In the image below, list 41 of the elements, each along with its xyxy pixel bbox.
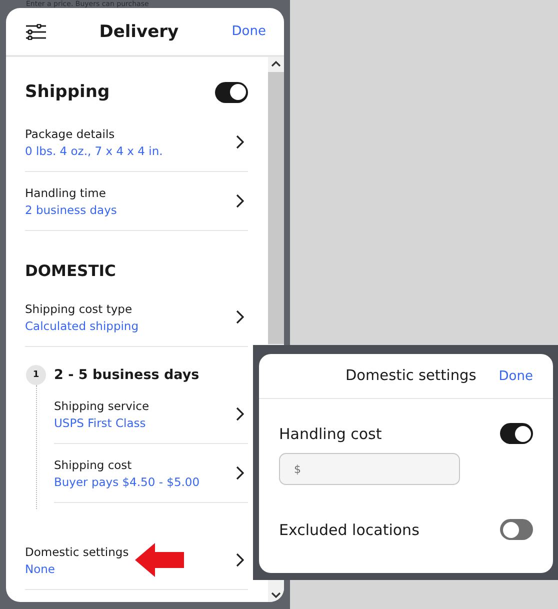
row-label: Package details xyxy=(25,126,116,140)
chevron-right-icon xyxy=(236,135,244,149)
toggle-switch[interactable] xyxy=(500,423,533,444)
done-button[interactable]: Done xyxy=(498,368,533,384)
chevron-right-icon xyxy=(236,466,244,480)
step-title: 2 - 5 business days xyxy=(54,366,200,385)
row-value: None xyxy=(25,562,56,576)
row-label: Shipping cost xyxy=(54,458,133,472)
chevron-right-icon xyxy=(236,310,244,324)
row-label: Shipping service xyxy=(54,398,150,412)
input-field[interactable]: $ xyxy=(279,453,460,485)
settings-row[interactable]: Domestic settings None xyxy=(25,531,248,590)
settings-row[interactable]: Package details 0 lbs. 4 oz., 7 x 4 x 4 in. xyxy=(25,113,248,172)
row-value: 0 lbs. 4 oz., 7 x 4 x 4 in. xyxy=(25,144,163,158)
settings-row[interactable]: Handling time 2 business days xyxy=(25,172,248,231)
panel-title: Domestic settings xyxy=(344,368,478,384)
step-number: 1 xyxy=(26,365,46,385)
row-label: Shipping cost type xyxy=(25,302,134,316)
row-value: Buyer pays $4.50 - $5.00 xyxy=(54,474,200,488)
row-value: 2 business days xyxy=(25,202,117,216)
chevron-right-icon xyxy=(236,194,244,208)
chevron-right-icon xyxy=(236,553,244,567)
settings-row[interactable]: Shipping cost Buyer pays $4.50 - $5.00 xyxy=(54,444,248,503)
done-button[interactable]: Done xyxy=(232,24,266,39)
settings-row[interactable]: Shipping cost type Calculated shipping xyxy=(25,288,248,347)
toggle-switch[interactable] xyxy=(215,82,248,102)
toggle-switch[interactable] xyxy=(500,519,533,540)
chevron-right-icon xyxy=(236,407,244,421)
setting-label: Excluded locations xyxy=(279,520,420,538)
row-label: Domestic settings xyxy=(25,544,129,558)
scrollbar-thumb[interactable] xyxy=(268,72,284,344)
row-label: Handling time xyxy=(25,186,107,200)
row-value: Calculated shipping xyxy=(25,318,139,332)
section-title: Shipping xyxy=(25,82,110,102)
setting-label: Handling cost xyxy=(279,424,382,442)
row-value: USPS First Class xyxy=(54,416,147,430)
sliders-icon[interactable] xyxy=(26,24,46,40)
settings-row[interactable]: Shipping service USPS First Class xyxy=(54,385,248,444)
section-heading: DOMESTIC xyxy=(25,262,117,280)
pointer-arrow xyxy=(135,543,185,577)
panel-title: Delivery xyxy=(98,22,180,42)
